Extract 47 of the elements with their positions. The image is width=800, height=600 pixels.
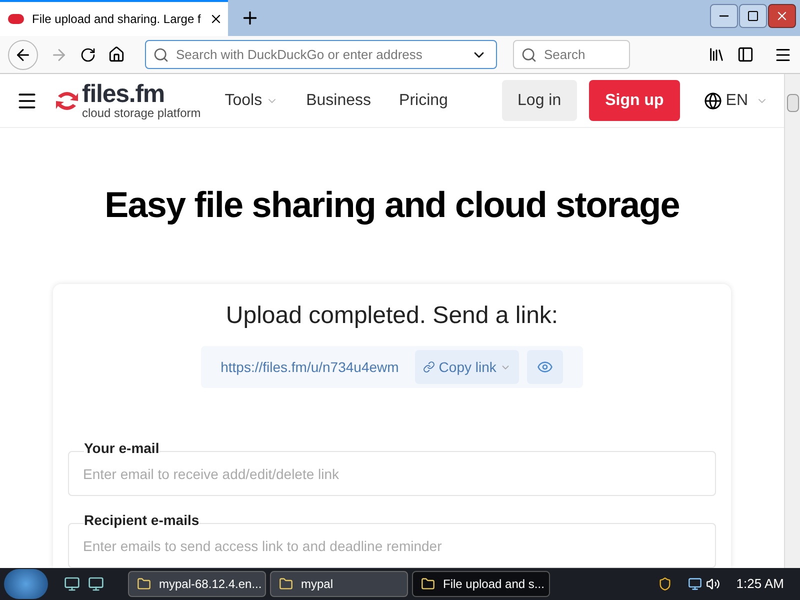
signup-button[interactable]: Sign up bbox=[589, 80, 680, 121]
copy-link-button[interactable]: Copy link bbox=[414, 350, 520, 384]
browser-tab[interactable]: File upload and sharing. Large f bbox=[0, 0, 228, 36]
reload-icon[interactable] bbox=[80, 46, 96, 62]
folder-icon bbox=[137, 577, 151, 591]
switch-windows-icon[interactable] bbox=[88, 576, 104, 592]
nav-link[interactable]: Business bbox=[306, 88, 372, 112]
network-icon bbox=[688, 577, 702, 591]
close-button[interactable] bbox=[768, 4, 796, 28]
preview-button[interactable] bbox=[527, 350, 564, 384]
show-desktop-icon[interactable] bbox=[64, 576, 80, 592]
close-icon bbox=[775, 9, 789, 23]
address-field[interactable]: Search with DuckDuckGo or enter address bbox=[145, 40, 497, 69]
language-selector[interactable]: EN bbox=[726, 88, 748, 112]
page-heading: Easy file sharing and cloud storage bbox=[104, 183, 680, 227]
sidebar-icon[interactable] bbox=[737, 46, 754, 63]
home-icon[interactable] bbox=[108, 46, 125, 63]
taskbar-button[interactable]: File upload and s... bbox=[412, 571, 550, 597]
search-icon bbox=[153, 47, 169, 63]
card-title: Upload completed. Send a link: bbox=[226, 301, 558, 331]
link-icon bbox=[422, 361, 435, 373]
folder-icon bbox=[421, 577, 435, 591]
globe-icon[interactable] bbox=[704, 92, 722, 110]
nav-link[interactable]: Tools bbox=[224, 88, 262, 112]
eye-icon bbox=[537, 359, 554, 375]
restore-button[interactable] bbox=[739, 4, 767, 28]
clock: 1:25 AM bbox=[736, 575, 784, 594]
logo-name: files.fm bbox=[82, 82, 166, 107]
taskbar-button[interactable]: mypal-68.12.4.en... bbox=[128, 571, 266, 597]
login-button[interactable]: Log in bbox=[502, 80, 578, 121]
library-icon[interactable] bbox=[708, 46, 725, 63]
start-button[interactable] bbox=[4, 569, 48, 599]
taskbar-button[interactable]: mypal bbox=[270, 571, 408, 597]
restore-icon bbox=[747, 10, 759, 22]
search-field[interactable]: Search bbox=[513, 40, 630, 69]
site-icon bbox=[8, 14, 24, 24]
back-button[interactable] bbox=[8, 40, 38, 70]
volume-icon bbox=[706, 577, 720, 591]
logo-tagline: cloud storage platform bbox=[82, 107, 201, 119]
logo-icon bbox=[54, 90, 80, 112]
nav-link[interactable]: Pricing bbox=[399, 88, 448, 112]
shield-icon bbox=[658, 577, 672, 591]
share-link[interactable]: https://files.fm/u/n734u4ewm bbox=[220, 356, 399, 378]
scrollbar[interactable] bbox=[784, 74, 800, 568]
search-icon bbox=[521, 47, 537, 63]
folder-icon bbox=[279, 577, 293, 591]
tab-title: File upload and sharing. Large f bbox=[32, 11, 201, 28]
